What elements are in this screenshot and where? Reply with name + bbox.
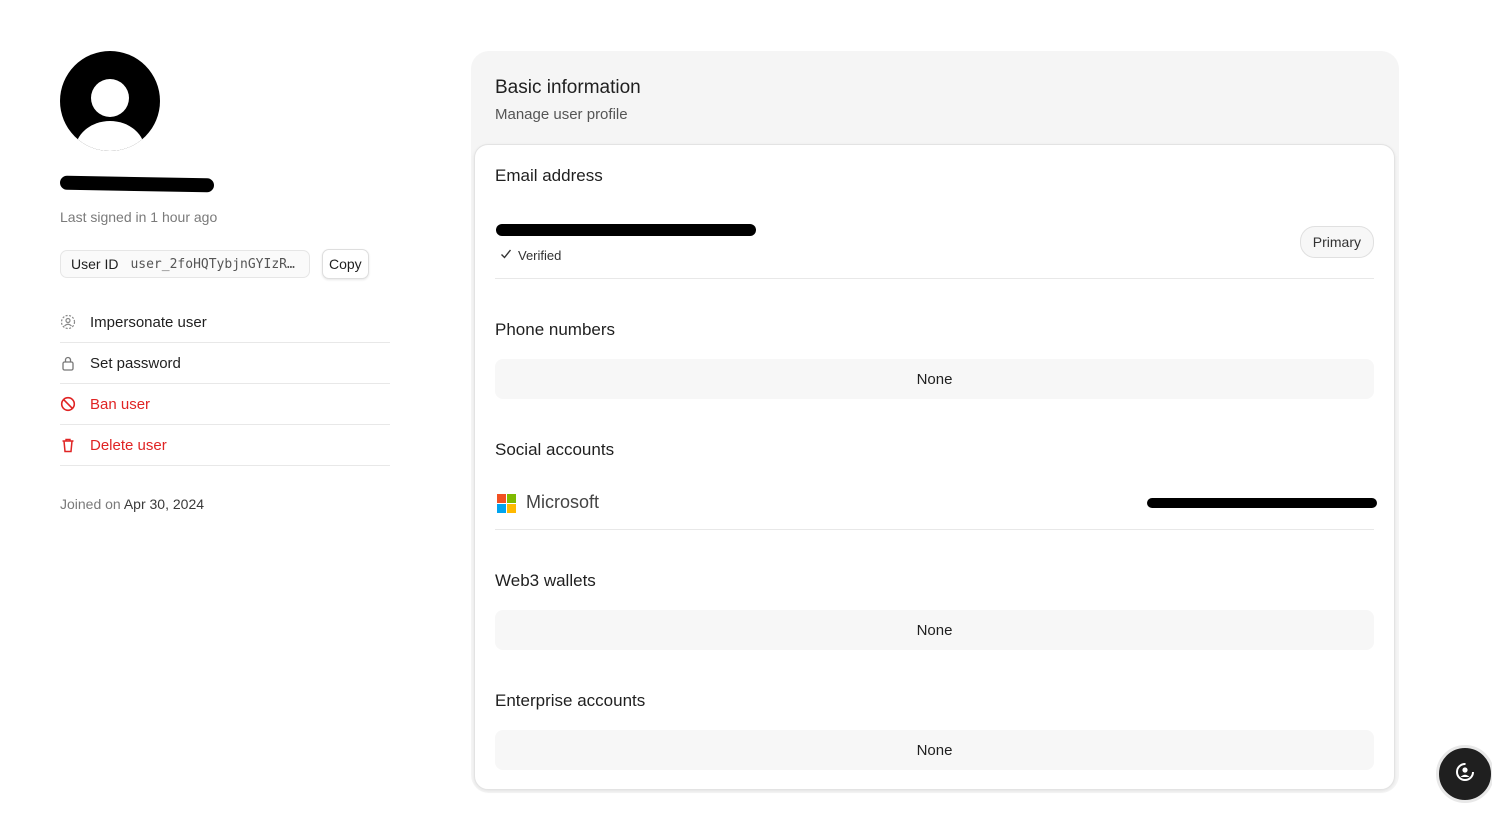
- ban-user-label: Ban user: [90, 395, 151, 413]
- user-actions: Impersonate user Set password Ban user D…: [60, 302, 390, 466]
- email-section-title: Email address: [495, 166, 603, 185]
- set-password-action[interactable]: Set password: [60, 343, 390, 384]
- divider: [495, 529, 1374, 530]
- user-badge-icon: [1454, 761, 1476, 788]
- social-section-title: Social accounts: [495, 440, 615, 459]
- user-id-row: User ID user_2foHQTybjnGYIzRmH… Copy: [60, 249, 390, 279]
- joined-on: Joined on Apr 30, 2024: [60, 496, 390, 512]
- user-id-value: user_2foHQTybjnGYIzRmH…: [130, 256, 299, 272]
- verified-label: Verified: [518, 248, 562, 263]
- user-id-field: User ID user_2foHQTybjnGYIzRmH…: [60, 250, 310, 278]
- impersonate-user-action[interactable]: Impersonate user: [60, 302, 390, 343]
- panel-title: Basic information: [495, 77, 641, 98]
- ban-icon: [60, 396, 76, 412]
- ban-user-action[interactable]: Ban user: [60, 384, 390, 425]
- copy-button[interactable]: Copy: [322, 249, 369, 279]
- basic-information-panel: Basic information Manage user profile Em…: [471, 51, 1399, 793]
- web3-section-title: Web3 wallets: [495, 571, 596, 590]
- email-redacted: [496, 224, 756, 236]
- avatar: [60, 51, 160, 151]
- user-circle-icon: [60, 314, 76, 330]
- set-password-label: Set password: [90, 354, 181, 372]
- phone-empty: None: [495, 359, 1374, 399]
- social-account-row: Microsoft: [497, 492, 599, 513]
- microsoft-logo-icon: [497, 493, 516, 513]
- floating-user-button[interactable]: [1436, 745, 1492, 803]
- check-icon: [500, 248, 512, 263]
- joined-date: Apr 30, 2024: [123, 496, 205, 512]
- social-provider-label: Microsoft: [526, 492, 600, 512]
- profile-card: Email address Verified Primary Phone num…: [474, 144, 1395, 790]
- panel-subtitle: Manage user profile: [495, 106, 628, 123]
- trash-icon: [60, 437, 76, 453]
- delete-user-label: Delete user: [90, 436, 167, 454]
- delete-user-action[interactable]: Delete user: [60, 425, 390, 466]
- enterprise-empty: None: [495, 730, 1374, 770]
- primary-badge: Primary: [1299, 226, 1374, 258]
- phone-section-title: Phone numbers: [495, 320, 616, 339]
- enterprise-section-title: Enterprise accounts: [495, 691, 646, 710]
- web3-empty: None: [495, 610, 1374, 650]
- joined-prefix: Joined on: [60, 496, 121, 512]
- social-account-redacted: [1147, 498, 1377, 508]
- last-signed-in: Last signed in 1 hour ago: [60, 209, 218, 225]
- lock-icon: [60, 355, 76, 371]
- verified-status: Verified: [500, 248, 561, 263]
- user-name-redacted: [59, 175, 215, 193]
- user-summary: Last signed in 1 hour ago User ID user_2…: [59, 51, 390, 512]
- impersonate-user-label: Impersonate user: [90, 313, 207, 331]
- divider: [495, 278, 1374, 279]
- user-id-label: User ID: [71, 256, 119, 272]
